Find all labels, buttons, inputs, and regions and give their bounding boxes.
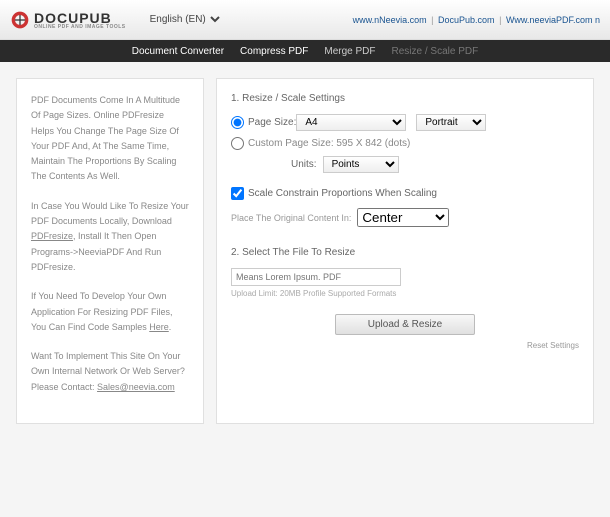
constrain-checkbox[interactable]: [231, 187, 244, 200]
file-input[interactable]: [231, 268, 401, 286]
page-size-row: Page Size: A4 Portrait: [231, 114, 579, 131]
info-p1: PDF Documents Come In A Multitude Of Pag…: [31, 93, 189, 185]
upload-note: Upload Limit: 20MB Profile Supported For…: [231, 289, 579, 298]
header: DOCUPUB ONLINE PDF AND IMAGE TOOLS Engli…: [0, 0, 610, 40]
place-select[interactable]: Center: [357, 208, 449, 227]
code-samples-link[interactable]: Here: [149, 322, 169, 332]
nav-converter[interactable]: Document Converter: [132, 46, 224, 57]
orientation-select[interactable]: Portrait: [416, 114, 486, 131]
info-p2: In Case You Would Like To Resize Your PD…: [31, 199, 189, 275]
info-panel: PDF Documents Come In A Multitude Of Pag…: [16, 78, 204, 424]
pdfresize-link[interactable]: PDFresize: [31, 231, 73, 241]
nav-compress[interactable]: Compress PDF: [240, 46, 308, 57]
units-select[interactable]: Points: [323, 156, 399, 173]
logo-subtitle: ONLINE PDF AND IMAGE TOOLS: [34, 24, 126, 30]
section-resize-title: 1. Resize / Scale Settings: [231, 93, 579, 104]
language-select[interactable]: English (EN): [146, 13, 223, 26]
units-row: Units: Points: [231, 156, 579, 173]
content: PDF Documents Come In A Multitude Of Pag…: [0, 62, 610, 440]
link-neeviapdf[interactable]: Www.neeviaPDF.com: [506, 15, 593, 25]
custom-size-radio[interactable]: [231, 137, 244, 150]
upload-button[interactable]: Upload & Resize: [335, 314, 475, 335]
top-links: www.nNeevia.com | DocuPub.com | Www.neev…: [353, 15, 600, 25]
link-n[interactable]: n: [595, 15, 600, 25]
page-size-radio[interactable]: [231, 116, 244, 129]
page-size-label: Page Size:: [248, 117, 296, 128]
constrain-row: Scale Constrain Proportions When Scaling: [231, 187, 579, 200]
navbar: Document Converter Compress PDF Merge PD…: [0, 40, 610, 62]
logo-icon: [10, 10, 30, 30]
nav-resize[interactable]: Resize / Scale PDF: [392, 46, 479, 57]
place-row: Place The Original Content In: Center: [231, 208, 579, 227]
settings-panel: 1. Resize / Scale Settings Page Size: A4…: [216, 78, 594, 424]
info-p4: Want To Implement This Site On Your Own …: [31, 349, 189, 395]
section-file-title: 2. Select The File To Resize: [231, 247, 579, 258]
link-neevia[interactable]: www.nNeevia.com: [353, 15, 427, 25]
page-size-select[interactable]: A4: [296, 114, 406, 131]
info-p3: If You Need To Develop Your Own Applicat…: [31, 289, 189, 335]
custom-size-row: Custom Page Size: 595 X 842 (dots): [231, 137, 579, 150]
place-label: Place The Original Content In:: [231, 213, 351, 223]
units-label: Units:: [291, 159, 317, 170]
nav-merge[interactable]: Merge PDF: [324, 46, 375, 57]
custom-size-label: Custom Page Size: 595 X 842 (dots): [248, 138, 410, 149]
contact-email[interactable]: Sales@neevia.com: [97, 382, 175, 392]
reset-link[interactable]: Reset Settings: [231, 341, 579, 350]
link-docupub[interactable]: DocuPub.com: [438, 15, 495, 25]
logo[interactable]: DOCUPUB ONLINE PDF AND IMAGE TOOLS: [10, 10, 126, 30]
constrain-label: Scale Constrain Proportions When Scaling: [248, 188, 437, 199]
